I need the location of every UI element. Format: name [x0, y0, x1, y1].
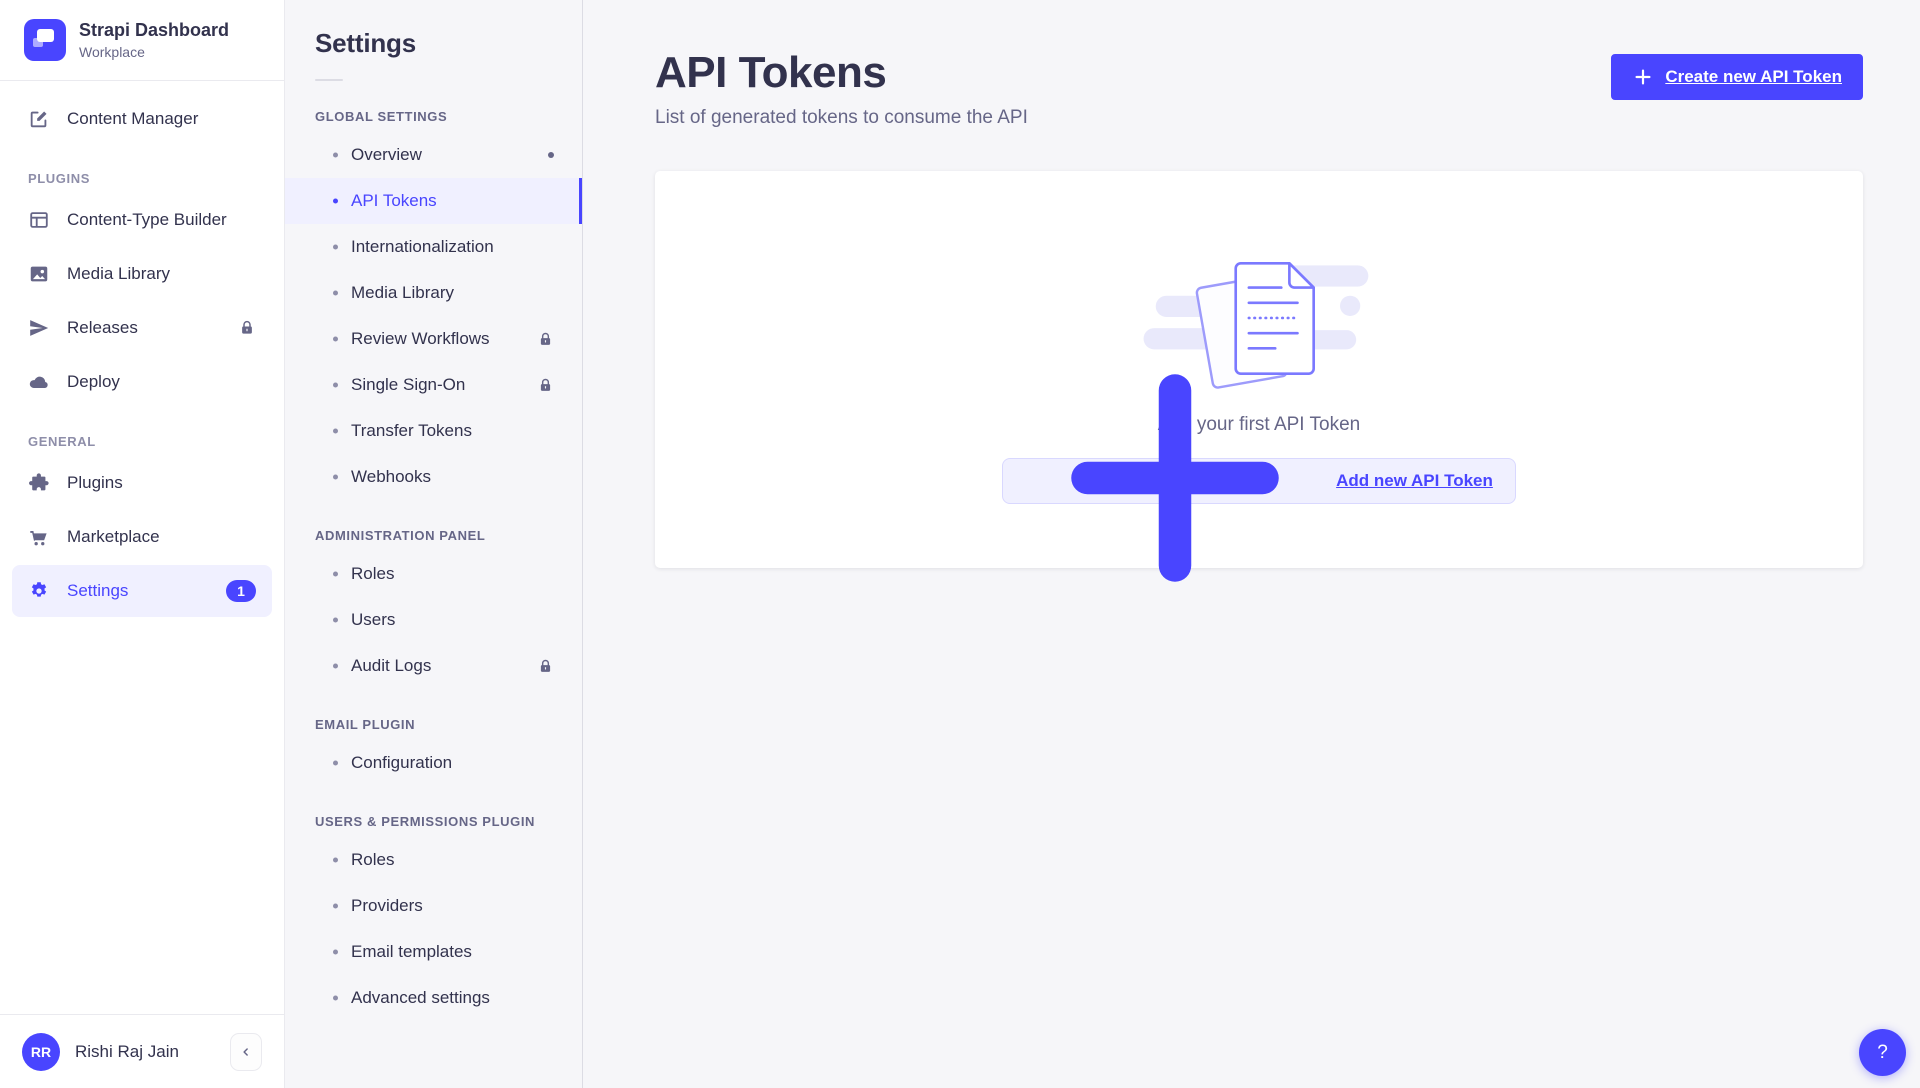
help-button[interactable]: ?	[1859, 1029, 1906, 1076]
settings-section-label-users-permissions-plugin: USERS & PERMISSIONS PLUGIN	[285, 814, 582, 829]
settings-nav-item-label: Internationalization	[351, 237, 494, 257]
sidebar-section-label-plugins: PLUGINS	[0, 171, 284, 186]
settings-nav-item-media-library[interactable]: Media Library	[285, 270, 582, 316]
sidebar-item-content-type-builder[interactable]: Content-Type Builder	[12, 194, 272, 246]
settings-nav-item-audit-logs[interactable]: Audit Logs	[285, 643, 582, 689]
settings-nav-item-configuration[interactable]: Configuration	[285, 740, 582, 786]
workspace-title: Strapi Dashboard	[79, 20, 229, 41]
settings-nav-sections: GLOBAL SETTINGS Overview API Tokens Interna…	[285, 109, 582, 1021]
sidebar-item-plugins[interactable]: Plugins	[12, 457, 272, 509]
settings-nav-item-label: Roles	[351, 850, 394, 870]
plugins-icon	[28, 472, 50, 494]
sidebar-item-label: Content-Type Builder	[67, 210, 227, 230]
workspace-switcher[interactable]: Strapi Dashboard Workplace	[0, 0, 284, 80]
workspace-subtitle: Workplace	[79, 44, 229, 60]
sidebar-item-marketplace[interactable]: Marketplace	[12, 511, 272, 563]
settings-nav-item-label: Transfer Tokens	[351, 421, 472, 441]
notification-dot	[548, 152, 554, 158]
sidebar-item-releases[interactable]: Releases	[12, 302, 272, 354]
sidebar-item-label: Plugins	[67, 473, 123, 493]
settings-section-label-global-settings: GLOBAL SETTINGS	[285, 109, 582, 124]
empty-state-card: Add your first API Token Add new API Tok…	[655, 171, 1863, 568]
settings-nav-item-label: Webhooks	[351, 467, 431, 487]
sidebar-item-media-library[interactable]: Media Library	[12, 248, 272, 300]
settings-nav-item-label: Users	[351, 610, 395, 630]
marketplace-icon	[28, 526, 50, 548]
settings-nav-item-label: Overview	[351, 145, 422, 165]
sidebar-item-deploy[interactable]: Deploy	[12, 356, 272, 408]
main-content: API Tokens List of generated tokens to c…	[583, 0, 1920, 1088]
settings-nav-item-roles[interactable]: Roles	[285, 837, 582, 883]
user-name: Rishi Raj Jain	[75, 1042, 179, 1062]
content-type-builder-icon	[28, 209, 50, 231]
settings-nav-item-single-sign-on[interactable]: Single Sign-On	[285, 362, 582, 408]
lock-icon	[537, 331, 554, 348]
page-title: API Tokens	[655, 50, 1028, 96]
settings-section-label-administration-panel: ADMINISTRATION PANEL	[285, 528, 582, 543]
sidebar-section-label-general: GENERAL	[0, 434, 284, 449]
create-api-token-button[interactable]: Create new API Token	[1611, 54, 1863, 100]
sidebar-item-label: Media Library	[67, 264, 170, 284]
sidebar-item-content-manager[interactable]: Content Manager	[12, 93, 272, 145]
settings-section-label-email-plugin: EMAIL PLUGIN	[285, 717, 582, 732]
sidebar-nav: Content Manager PLUGINS Content-Type Build…	[0, 81, 284, 1014]
settings-sidebar: Settings GLOBAL SETTINGS Overview API Toke…	[285, 0, 583, 1088]
settings-nav-item-label: API Tokens	[351, 191, 437, 211]
add-api-token-button[interactable]: Add new API Token	[1002, 458, 1516, 504]
settings-nav-item-api-tokens[interactable]: API Tokens	[285, 178, 582, 224]
deploy-icon	[28, 371, 50, 393]
sidebar-item-label: Settings	[67, 581, 128, 601]
app-root: Strapi Dashboard Workplace Content Manag…	[0, 0, 1920, 1088]
settings-nav-item-webhooks[interactable]: Webhooks	[285, 454, 582, 500]
sidebar-item-settings[interactable]: Settings 1	[12, 565, 272, 617]
lock-icon	[537, 377, 554, 394]
lock-icon	[238, 319, 256, 337]
settings-nav-item-label: Email templates	[351, 942, 472, 962]
settings-nav-item-label: Advanced settings	[351, 988, 490, 1008]
settings-nav-item-email-templates[interactable]: Email templates	[285, 929, 582, 975]
settings-nav-item-roles[interactable]: Roles	[285, 551, 582, 597]
settings-nav-item-label: Audit Logs	[351, 656, 431, 676]
brand-text: Strapi Dashboard Workplace	[79, 20, 229, 60]
sidebar-item-label: Content Manager	[67, 109, 198, 129]
settings-nav-item-internationalization[interactable]: Internationalization	[285, 224, 582, 270]
logo-shape	[33, 38, 43, 47]
sidebar-item-label: Marketplace	[67, 527, 160, 547]
settings-nav-item-label: Media Library	[351, 283, 454, 303]
divider	[315, 79, 343, 81]
settings-title: Settings	[285, 28, 582, 59]
avatar[interactable]: RR	[22, 1033, 60, 1071]
settings-nav-item-label: Roles	[351, 564, 394, 584]
settings-nav-item-users[interactable]: Users	[285, 597, 582, 643]
settings-count-badge: 1	[226, 580, 256, 602]
strapi-logo-icon	[24, 19, 66, 61]
add-api-token-label: Add new API Token	[1336, 471, 1493, 491]
media-library-icon	[28, 263, 50, 285]
plus-icon	[1632, 66, 1654, 88]
chevron-left-icon	[237, 1043, 255, 1061]
settings-nav-item-transfer-tokens[interactable]: Transfer Tokens	[285, 408, 582, 454]
settings-nav-item-review-workflows[interactable]: Review Workflows	[285, 316, 582, 362]
settings-nav-item-advanced-settings[interactable]: Advanced settings	[285, 975, 582, 1021]
settings-nav-item-label: Review Workflows	[351, 329, 490, 349]
content-manager-icon	[28, 108, 50, 130]
create-api-token-label: Create new API Token	[1665, 67, 1842, 87]
page-subtitle: List of generated tokens to consume the …	[655, 107, 1028, 129]
page-header: API Tokens List of generated tokens to c…	[655, 0, 1863, 129]
collapse-sidebar-button[interactable]	[230, 1033, 262, 1071]
sidebar-item-label: Releases	[67, 318, 138, 338]
releases-icon	[28, 317, 50, 339]
settings-nav-item-providers[interactable]: Providers	[285, 883, 582, 929]
settings-icon	[28, 580, 50, 602]
plus-icon	[1025, 328, 1325, 633]
settings-nav-item-overview[interactable]: Overview	[285, 132, 582, 178]
user-row: RR Rishi Raj Jain	[0, 1014, 284, 1088]
lock-icon	[537, 658, 554, 675]
settings-nav-item-label: Single Sign-On	[351, 375, 465, 395]
sidebar-item-label: Deploy	[67, 372, 120, 392]
page-header-text: API Tokens List of generated tokens to c…	[655, 50, 1028, 129]
main-sidebar: Strapi Dashboard Workplace Content Manag…	[0, 0, 285, 1088]
settings-nav-item-label: Providers	[351, 896, 423, 916]
settings-nav-item-label: Configuration	[351, 753, 452, 773]
